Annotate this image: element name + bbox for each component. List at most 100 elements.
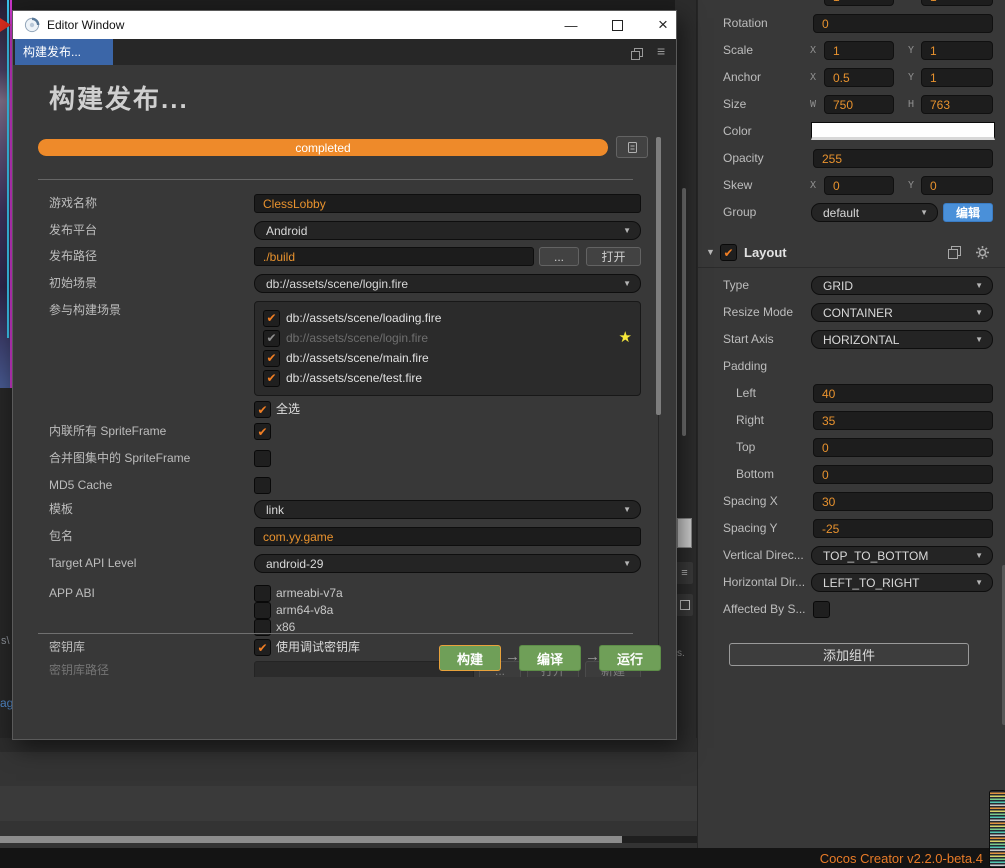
platform-dropdown[interactable]: Android ▼	[254, 221, 641, 240]
property-label: Padding	[723, 359, 768, 373]
property-label: Opacity	[723, 151, 764, 165]
scene-list-item[interactable]: ✔ db://assets/scene/test.fire	[255, 368, 640, 388]
scale-x-field[interactable]	[824, 41, 894, 60]
scene-list-item[interactable]: ✔ db://assets/scene/main.fire	[255, 348, 640, 368]
gutter-white-swatch	[677, 518, 692, 548]
start-axis-dropdown[interactable]: HORIZONTAL ▼	[811, 330, 993, 349]
property-row-group: Group default ▼ 编辑	[698, 203, 1005, 222]
property-label: Right	[736, 413, 765, 427]
window-titlebar[interactable]: Editor Window — ×	[13, 11, 676, 39]
spacing-x-field[interactable]	[813, 492, 993, 511]
start-scene-dropdown[interactable]: db://assets/scene/login.fire ▼	[254, 274, 641, 293]
build-path-input[interactable]	[254, 247, 534, 266]
size-h-field[interactable]	[921, 95, 993, 114]
property-label: Skew	[723, 178, 753, 192]
chevron-down-icon: ▼	[920, 207, 928, 217]
close-button[interactable]: ×	[650, 11, 676, 39]
background-band	[0, 786, 697, 821]
property-label: Size	[723, 97, 747, 111]
tab-build-publish[interactable]: 构建发布...	[15, 39, 113, 65]
build-button[interactable]: 构建	[439, 645, 501, 671]
background-band	[0, 738, 697, 752]
gutter-panel-button[interactable]	[676, 594, 693, 616]
select-all-label: 全选	[276, 402, 301, 416]
merge-spriteframe-checkbox[interactable]	[254, 450, 271, 467]
padding-bottom-field[interactable]	[813, 465, 993, 484]
game-name-input[interactable]	[254, 194, 641, 213]
abi-armeabi-v7a-checkbox[interactable]	[254, 585, 271, 602]
layout-row-padding: Padding	[698, 357, 1005, 376]
axis-y-label: Y	[908, 45, 915, 56]
scale-y-field[interactable]	[921, 41, 993, 60]
padding-right-field[interactable]	[813, 411, 993, 430]
skew-x-field[interactable]	[824, 176, 894, 195]
docs-icon[interactable]	[948, 246, 961, 264]
gutter-scrollbar-thumb[interactable]	[682, 188, 686, 436]
use-debug-keystore-checkbox[interactable]: ✔	[254, 639, 271, 656]
build-options-form: 游戏名称 发布平台 Android ▼ 发布路径 ... 打开 初始场景 db:	[13, 181, 676, 677]
size-w-field[interactable]	[824, 95, 894, 114]
abi-arm64-v8a-checkbox[interactable]	[254, 602, 271, 619]
browse-path-button[interactable]: ...	[539, 247, 579, 266]
scene-list-item[interactable]: ✔ db://assets/scene/loading.fire	[255, 308, 640, 328]
affected-by-scale-checkbox[interactable]	[813, 601, 830, 618]
field-label: 游戏名称	[49, 196, 98, 210]
padding-top-field[interactable]	[813, 438, 993, 457]
field-row-target-api: Target API Level android-29 ▼	[13, 554, 676, 574]
vertical-direction-dropdown[interactable]: TOP_TO_BOTTOM ▼	[811, 546, 993, 565]
add-component-button[interactable]: 添加组件	[729, 643, 969, 666]
horizontal-direction-dropdown[interactable]: LEFT_TO_RIGHT ▼	[811, 573, 993, 592]
layout-enabled-checkbox[interactable]: ✔	[720, 244, 737, 261]
scene-checkbox[interactable]: ✔	[263, 369, 280, 387]
position-x-field[interactable]	[824, 0, 894, 6]
inline-spriteframe-checkbox[interactable]: ✔	[254, 423, 271, 440]
use-debug-keystore-label: 使用调试密钥库	[276, 640, 361, 654]
scene-checkbox[interactable]: ✔	[263, 349, 280, 367]
run-button[interactable]: 运行	[599, 645, 661, 671]
compile-button[interactable]: 编译	[519, 645, 581, 671]
package-name-input[interactable]	[254, 527, 641, 546]
gear-icon[interactable]	[976, 246, 989, 264]
group-edit-button[interactable]: 编辑	[943, 203, 993, 222]
property-label: Start Axis	[723, 332, 774, 346]
resize-mode-dropdown[interactable]: CONTAINER ▼	[811, 303, 993, 322]
maximize-button[interactable]	[604, 11, 630, 39]
type-dropdown[interactable]: GRID ▼	[811, 276, 993, 295]
panel-menu-icon[interactable]: ≡	[657, 43, 665, 59]
scene-checkbox[interactable]: ✔	[263, 309, 280, 327]
console-text: s\	[1, 635, 10, 647]
open-build-log-button[interactable]	[616, 136, 648, 158]
skew-y-field[interactable]	[921, 176, 993, 195]
dialog-scrollbar-thumb[interactable]	[656, 137, 661, 415]
padding-left-field[interactable]	[813, 384, 993, 403]
property-label: Resize Mode	[723, 305, 794, 319]
anchor-y-field[interactable]	[921, 68, 993, 87]
horizontal-scrollbar-thumb[interactable]	[0, 836, 622, 843]
scene-path: db://assets/scene/main.fire	[286, 351, 429, 365]
float-panel-icon[interactable]	[631, 47, 643, 65]
horizontal-scrollbar[interactable]	[0, 836, 697, 843]
flow-arrow-icon: →	[505, 648, 520, 665]
group-dropdown[interactable]: default ▼	[811, 203, 938, 222]
rotation-field[interactable]	[813, 14, 993, 33]
collapse-triangle-icon[interactable]: ▼	[706, 244, 715, 261]
select-all-checkbox[interactable]: ✔	[254, 401, 271, 418]
gutter-menu-button[interactable]: ≡	[676, 562, 693, 584]
layout-row-start-axis: Start Axis HORIZONTAL ▼	[698, 330, 1005, 349]
anchor-x-field[interactable]	[824, 68, 894, 87]
layout-component-header[interactable]: ▼ ✔ Layout	[698, 244, 1005, 261]
md5-cache-checkbox[interactable]	[254, 477, 271, 494]
position-y-field[interactable]	[921, 0, 993, 6]
template-dropdown[interactable]: link ▼	[254, 500, 641, 519]
window-title: Editor Window	[47, 18, 125, 32]
scene-border-cyan	[7, 0, 9, 338]
scene-list-item[interactable]: ✔ db://assets/scene/login.fire	[255, 328, 640, 348]
open-path-button[interactable]: 打开	[586, 247, 641, 266]
target-api-dropdown[interactable]: android-29 ▼	[254, 554, 641, 573]
minimize-button[interactable]: —	[558, 11, 584, 39]
opacity-field[interactable]	[813, 149, 993, 168]
close-icon: ×	[658, 15, 668, 34]
color-swatch[interactable]	[811, 122, 995, 140]
field-row-scenes: 参与构建场景 ✔ db://assets/scene/loading.fire …	[13, 301, 676, 396]
spacing-y-field[interactable]	[813, 519, 993, 538]
